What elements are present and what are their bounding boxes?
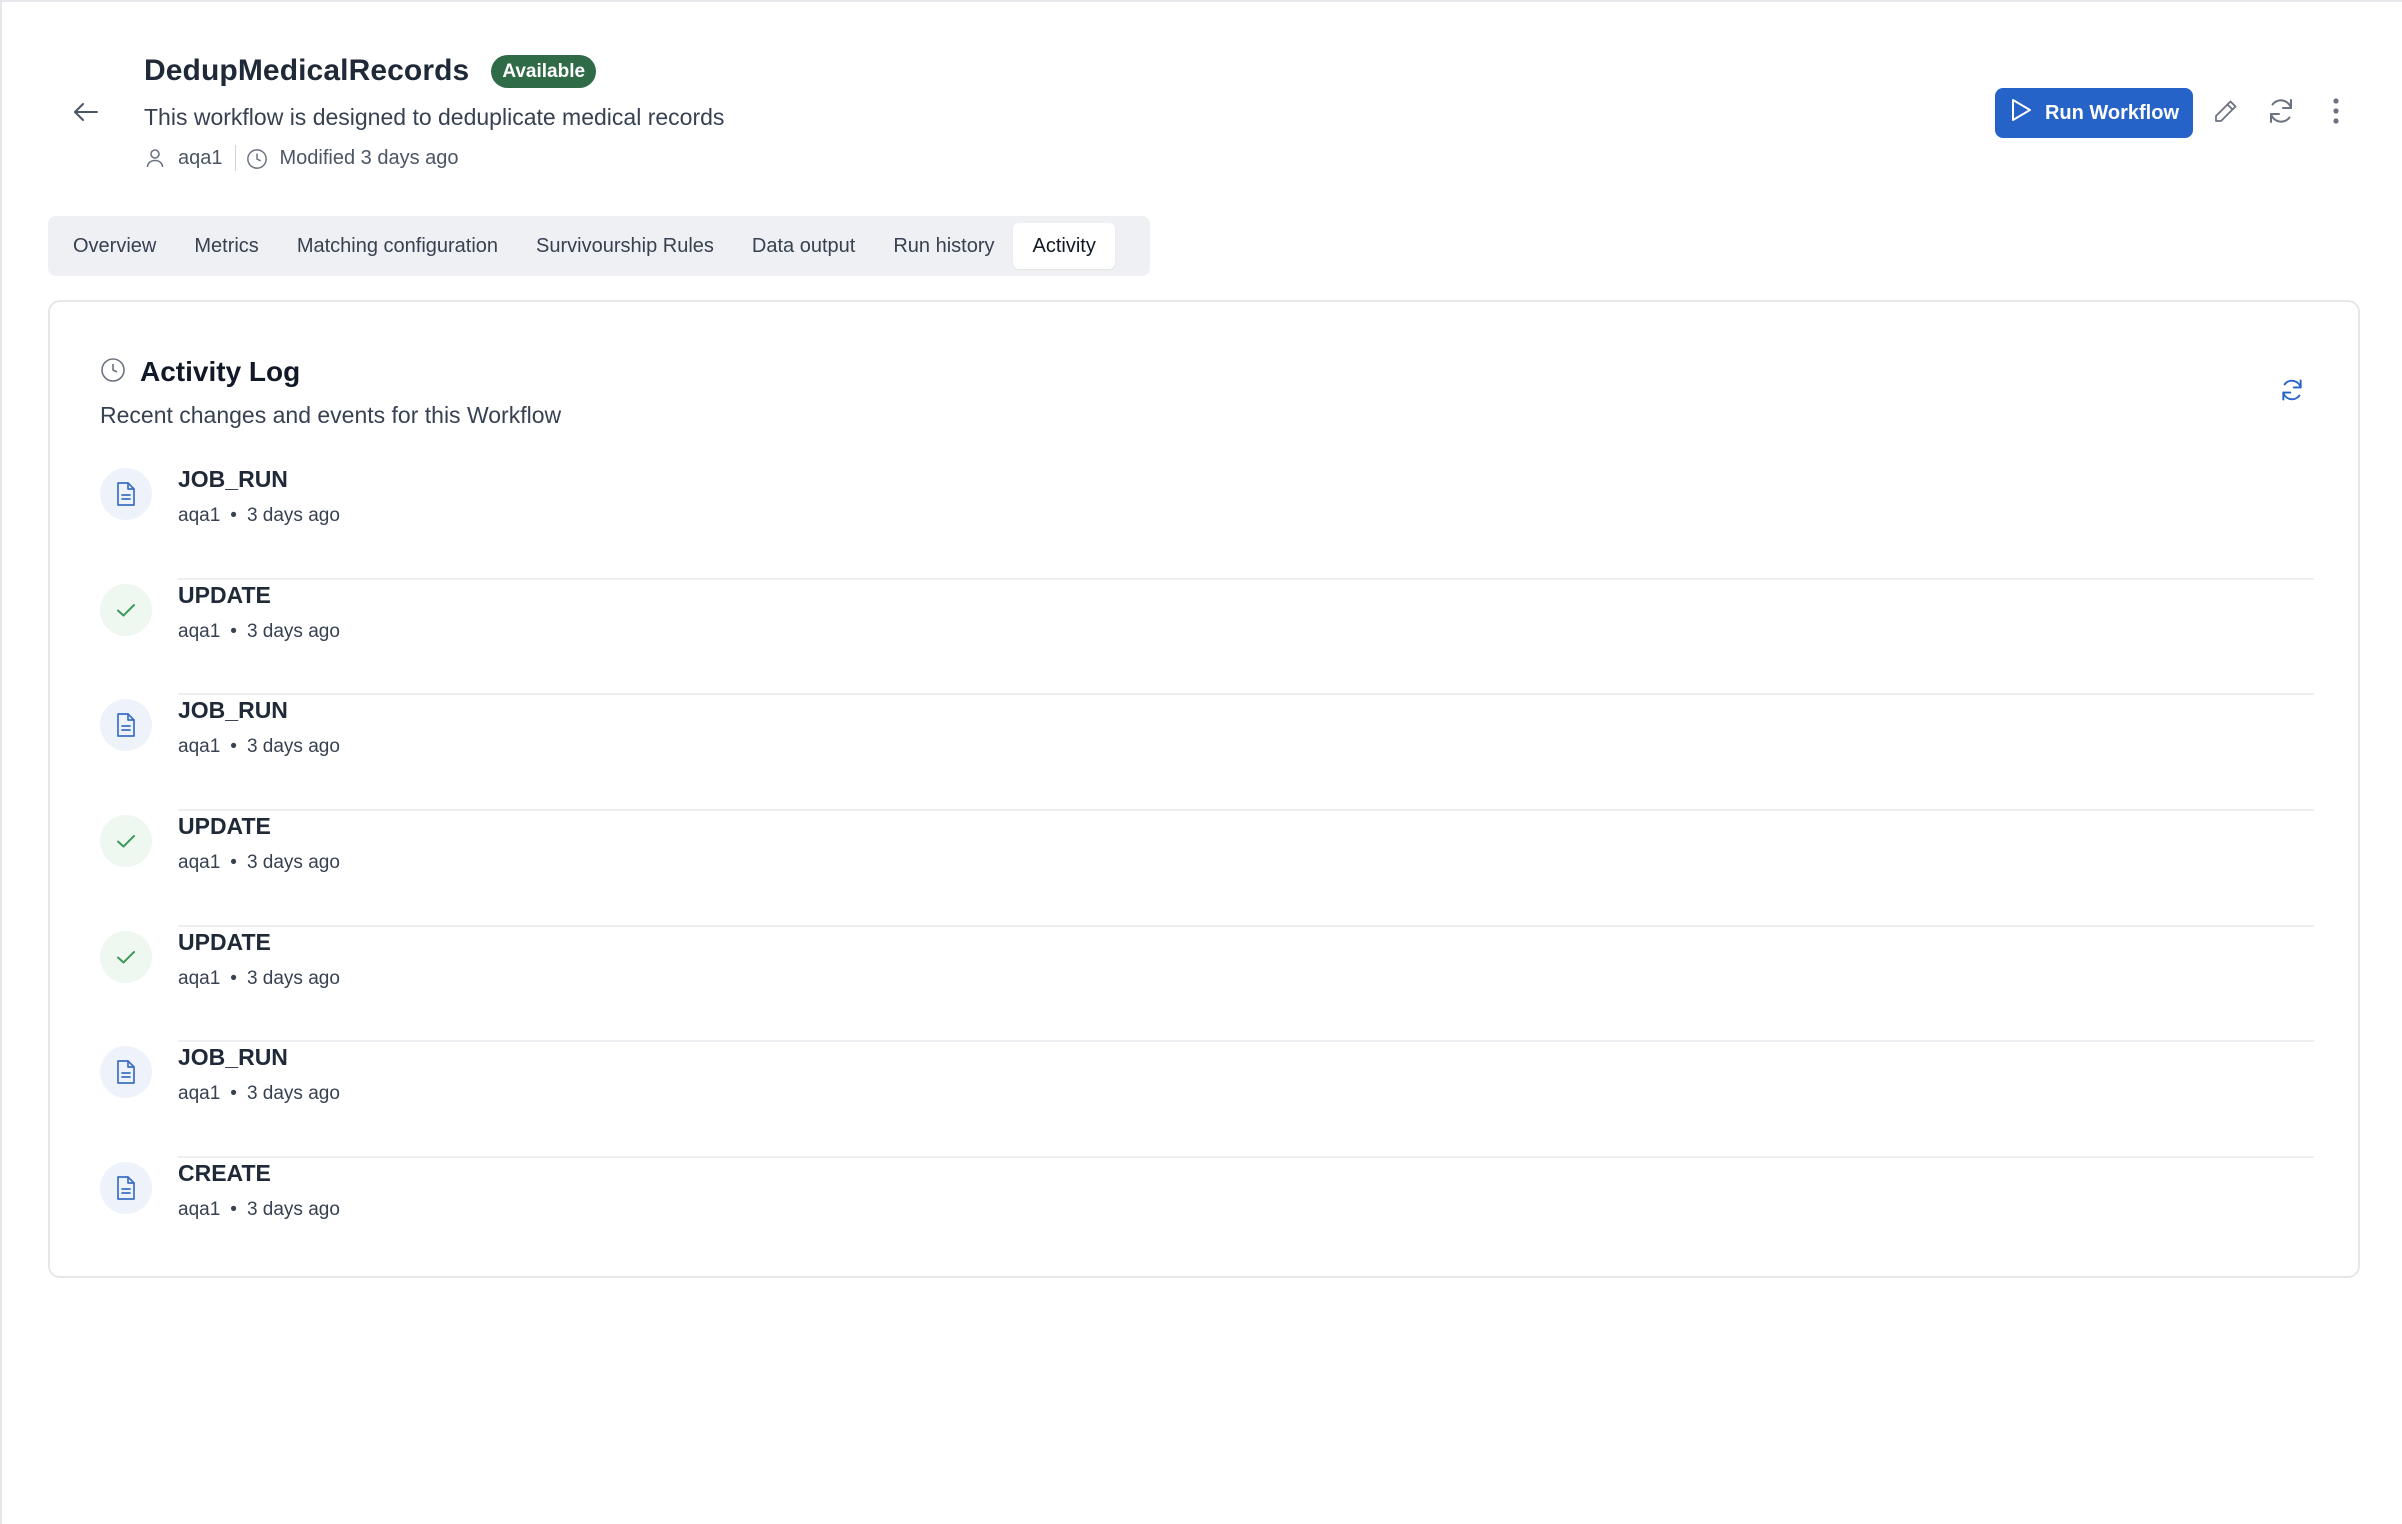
user-icon xyxy=(144,147,166,169)
tab-overview[interactable]: Overview xyxy=(54,223,175,269)
activity-item: JOB_RUN aqa1 • 3 days ago xyxy=(100,695,2314,812)
sync-button[interactable] xyxy=(2259,91,2303,135)
activity-item: JOB_RUN aqa1 • 3 days ago xyxy=(100,1042,2314,1159)
bullet-separator: • xyxy=(230,852,237,874)
more-vertical-icon xyxy=(2332,97,2340,130)
activity-list: JOB_RUN aqa1 • 3 days ago UPDATE aqa1 • … xyxy=(100,464,2314,1274)
more-options-button[interactable] xyxy=(2314,91,2358,135)
activity-time: 3 days ago xyxy=(246,1083,340,1105)
activity-type: UPDATE xyxy=(178,581,271,608)
activity-time: 3 days ago xyxy=(246,736,340,758)
document-icon xyxy=(100,468,152,520)
activity-user: aqa1 xyxy=(178,967,221,989)
run-workflow-button[interactable]: Run Workflow xyxy=(1994,88,2193,138)
bullet-separator: • xyxy=(230,505,237,526)
activity-item: UPDATE aqa1 • 3 days ago xyxy=(100,811,2314,927)
status-badge: Available xyxy=(491,54,597,88)
tab-activity[interactable]: Activity xyxy=(1013,223,1115,269)
activity-user: aqa1 xyxy=(178,505,221,526)
activity-time: 3 days ago xyxy=(246,852,340,874)
activity-type: CREATE xyxy=(178,1160,271,1187)
document-icon xyxy=(100,1162,152,1215)
check-icon xyxy=(100,583,152,636)
meta-divider xyxy=(234,145,236,171)
activity-type: UPDATE xyxy=(178,928,271,955)
activity-time: 3 days ago xyxy=(246,1199,340,1221)
activity-item: UPDATE aqa1 • 3 days ago xyxy=(100,927,2314,1043)
activity-user: aqa1 xyxy=(178,1083,221,1105)
document-icon xyxy=(100,699,152,752)
activity-item: CREATE aqa1 • 3 days ago xyxy=(100,1158,2314,1274)
modified-time: Modified 3 days ago xyxy=(279,146,459,169)
activity-type: JOB_RUN xyxy=(178,1044,288,1071)
check-icon xyxy=(100,815,152,868)
bullet-separator: • xyxy=(230,736,237,758)
activity-type: JOB_RUN xyxy=(178,697,288,724)
activity-time: 3 days ago xyxy=(246,505,340,526)
owner-name: aqa1 xyxy=(178,146,223,169)
refresh-activity-button[interactable] xyxy=(2272,372,2312,412)
refresh-icon xyxy=(2266,96,2296,131)
activity-log-subtitle: Recent changes and events for this Workf… xyxy=(100,402,562,428)
tab-survivourship-rules[interactable]: Survivourship Rules xyxy=(517,223,733,269)
activity-type: UPDATE xyxy=(178,813,271,840)
activity-item: JOB_RUN aqa1 • 3 days ago xyxy=(100,464,2314,580)
tab-data-output[interactable]: Data output xyxy=(733,223,874,269)
edit-button[interactable] xyxy=(2204,91,2248,135)
check-icon xyxy=(100,930,152,983)
run-workflow-label: Run Workflow xyxy=(2044,101,2179,124)
pencil-icon xyxy=(2213,98,2239,129)
tab-bar: Overview Metrics Matching configuration … xyxy=(48,216,1150,276)
activity-user: aqa1 xyxy=(178,852,221,874)
bullet-separator: • xyxy=(230,967,237,989)
bullet-separator: • xyxy=(230,620,237,642)
refresh-icon xyxy=(2279,377,2305,408)
bullet-separator: • xyxy=(230,1199,237,1221)
clock-icon xyxy=(100,357,126,388)
workflow-header: DedupMedicalRecords Available This workf… xyxy=(144,50,724,171)
activity-time: 3 days ago xyxy=(246,620,340,642)
activity-type: JOB_RUN xyxy=(178,466,288,492)
activity-user: aqa1 xyxy=(178,1199,221,1221)
activity-time: 3 days ago xyxy=(246,967,340,989)
header-actions: Run Workflow xyxy=(1994,88,2358,138)
activity-card: Activity Log Recent changes and events f… xyxy=(48,300,2360,1278)
tab-matching-configuration[interactable]: Matching configuration xyxy=(278,223,517,269)
activity-log-title: Activity Log xyxy=(140,356,301,387)
bullet-separator: • xyxy=(230,1083,237,1105)
document-icon xyxy=(100,1046,152,1099)
clock-icon xyxy=(246,147,268,169)
workflow-meta: aqa1 Modified 3 days ago xyxy=(144,145,724,171)
tab-metrics[interactable]: Metrics xyxy=(175,223,277,269)
back-button[interactable] xyxy=(64,94,108,134)
activity-user: aqa1 xyxy=(178,736,221,758)
tab-run-history[interactable]: Run history xyxy=(874,223,1013,269)
play-icon xyxy=(2009,97,2033,129)
workflow-description: This workflow is designed to deduplicate… xyxy=(144,104,725,130)
page-title: DedupMedicalRecords xyxy=(144,54,470,87)
activity-user: aqa1 xyxy=(178,620,221,642)
activity-item: UPDATE aqa1 • 3 days ago xyxy=(100,580,2314,696)
arrow-left-icon xyxy=(73,102,99,127)
